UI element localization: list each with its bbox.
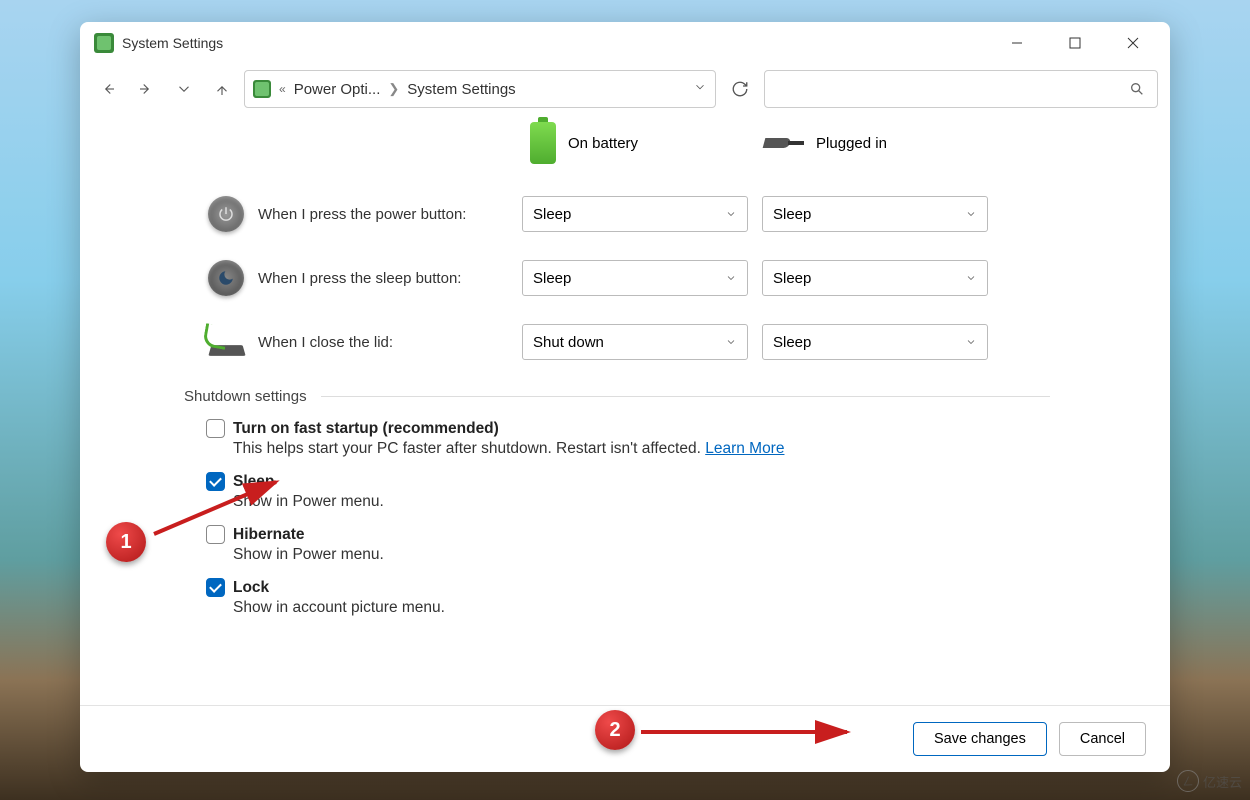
lock-row: Lock Show in account picture menu. xyxy=(206,578,1170,617)
cancel-button[interactable]: Cancel xyxy=(1059,722,1146,756)
power-button-battery-dropdown[interactable]: Sleep xyxy=(522,196,748,232)
breadcrumb-parent[interactable]: Power Opti... xyxy=(294,81,381,98)
fast-startup-label: Turn on fast startup (recommended) xyxy=(233,420,499,438)
close-lid-battery-dropdown[interactable]: Shut down xyxy=(522,324,748,360)
sleep-button-plugged-dropdown[interactable]: Sleep xyxy=(762,260,988,296)
hibernate-row: Hibernate Show in Power menu. xyxy=(206,525,1170,564)
sleep-desc: Show in Power menu. xyxy=(233,493,1170,511)
titlebar: System Settings xyxy=(80,22,1170,64)
breadcrumb-current[interactable]: System Settings xyxy=(407,81,515,98)
watermark-icon: ㄥ xyxy=(1177,770,1199,792)
power-button-plugged-dropdown[interactable]: Sleep xyxy=(762,196,988,232)
shutdown-section-header: Shutdown settings xyxy=(184,388,1170,405)
power-button-row: When I press the power button: Sleep Sle… xyxy=(204,182,1170,246)
battery-icon xyxy=(530,122,556,164)
search-box[interactable] xyxy=(764,70,1158,108)
lock-desc: Show in account picture menu. xyxy=(233,599,1170,617)
content-area: On battery Plugged in When I press the p… xyxy=(80,114,1170,705)
plug-icon xyxy=(764,134,804,152)
breadcrumb-separator-icon: ❯ xyxy=(388,81,399,97)
plugged-label: Plugged in xyxy=(816,135,887,152)
search-input[interactable] xyxy=(777,81,1129,97)
app-icon xyxy=(94,33,114,53)
breadcrumb-overflow-icon: « xyxy=(279,82,286,96)
save-changes-button[interactable]: Save changes xyxy=(913,722,1047,756)
sleep-row: Sleep Show in Power menu. xyxy=(206,472,1170,511)
close-lid-row: When I close the lid: Shut down Sleep xyxy=(204,310,1170,374)
sleep-button-icon xyxy=(208,260,244,296)
minimize-button[interactable] xyxy=(988,23,1046,63)
history-dropdown[interactable] xyxy=(168,73,200,105)
system-settings-window: System Settings « Power Opti... ❯ System… xyxy=(80,22,1170,772)
sleep-button-battery-dropdown[interactable]: Sleep xyxy=(522,260,748,296)
learn-more-link[interactable]: Learn More xyxy=(705,440,784,457)
window-title: System Settings xyxy=(122,35,223,51)
fast-startup-desc: This helps start your PC faster after sh… xyxy=(233,440,1170,458)
search-icon xyxy=(1129,81,1145,97)
annotation-arrow-1 xyxy=(148,474,288,544)
columns-header: On battery Plugged in xyxy=(80,122,1170,164)
watermark-text: 亿速云 xyxy=(1203,772,1242,791)
plugged-column: Plugged in xyxy=(764,134,887,152)
address-bar[interactable]: « Power Opti... ❯ System Settings xyxy=(244,70,716,108)
annotation-arrow-2 xyxy=(637,720,857,744)
maximize-button[interactable] xyxy=(1046,23,1104,63)
lock-checkbox[interactable] xyxy=(206,578,225,597)
power-button-icon xyxy=(208,196,244,232)
fast-startup-checkbox[interactable] xyxy=(206,419,225,438)
power-button-label: When I press the power button: xyxy=(258,206,522,223)
annotation-step-2: 2 xyxy=(595,710,635,750)
watermark: ㄥ 亿速云 xyxy=(1177,770,1242,792)
sleep-button-label: When I press the sleep button: xyxy=(258,270,522,287)
close-lid-label: When I close the lid: xyxy=(258,334,522,351)
section-title: Shutdown settings xyxy=(184,388,307,405)
battery-column: On battery xyxy=(530,122,638,164)
up-button[interactable] xyxy=(206,73,238,105)
address-dropdown-icon[interactable] xyxy=(693,80,707,99)
toolbar: « Power Opti... ❯ System Settings xyxy=(80,64,1170,114)
section-divider xyxy=(321,396,1050,397)
lock-label: Lock xyxy=(233,579,269,597)
location-icon xyxy=(253,80,271,98)
close-button[interactable] xyxy=(1104,23,1162,63)
sleep-button-row: When I press the sleep button: Sleep Sle… xyxy=(204,246,1170,310)
hibernate-desc: Show in Power menu. xyxy=(233,546,1170,564)
close-lid-icon xyxy=(206,327,246,357)
fast-startup-row: Turn on fast startup (recommended) This … xyxy=(206,419,1170,458)
refresh-button[interactable] xyxy=(722,71,758,107)
annotation-step-1: 1 xyxy=(106,522,146,562)
close-lid-plugged-dropdown[interactable]: Sleep xyxy=(762,324,988,360)
forward-button[interactable] xyxy=(130,73,162,105)
battery-label: On battery xyxy=(568,135,638,152)
back-button[interactable] xyxy=(92,73,124,105)
